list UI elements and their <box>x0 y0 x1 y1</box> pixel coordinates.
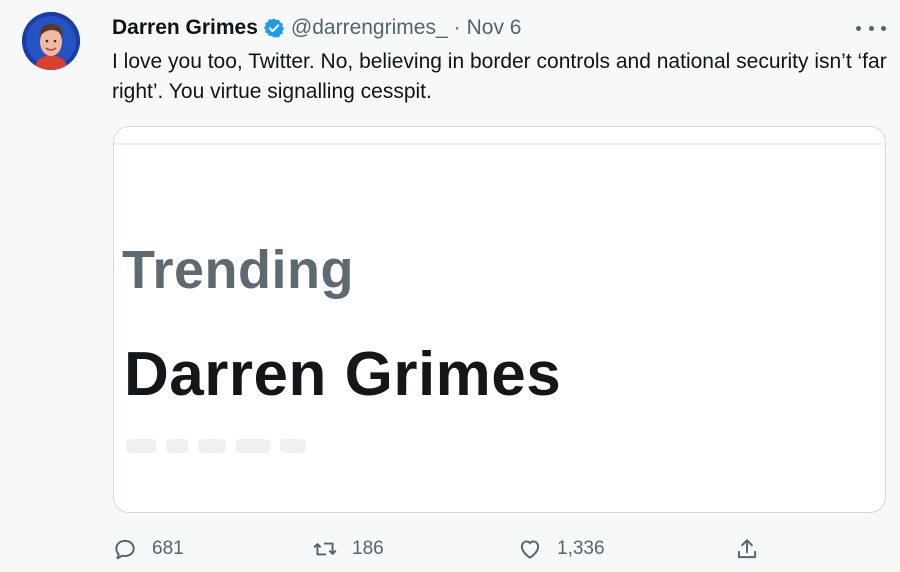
reply-count: 681 <box>152 538 184 559</box>
like-button[interactable]: 1,336 <box>517 534 605 564</box>
share-button[interactable] <box>734 534 774 564</box>
header-separator: · <box>453 16 461 39</box>
like-count: 1,336 <box>557 538 605 559</box>
tweet-actions: 681 186 1,336 <box>112 534 772 564</box>
retweet-button[interactable]: 186 <box>312 534 384 564</box>
tweet-header: Darren Grimes @darrengrimes_ · Nov 6 <box>112 14 521 42</box>
retweet-count: 186 <box>352 538 384 559</box>
card-trending-title: Darren Grimes <box>124 340 562 409</box>
author-handle[interactable]: @darrengrimes_ <box>291 16 448 40</box>
tweet-date[interactable]: Nov 6 <box>467 16 522 40</box>
card-trending-label: Trending <box>122 240 354 300</box>
share-icon <box>737 539 757 559</box>
like-icon <box>520 540 540 559</box>
media-card[interactable]: Trending Darren Grimes <box>113 126 886 513</box>
tweet-text: I love you too, Twitter. No, believing i… <box>112 50 887 103</box>
reply-icon <box>115 539 135 560</box>
card-divider <box>114 143 885 145</box>
verified-badge-icon <box>263 17 285 39</box>
retweet-icon <box>313 542 337 556</box>
author-name[interactable]: Darren Grimes <box>112 16 258 40</box>
more-icon[interactable] <box>856 18 886 38</box>
tweet[interactable]: Darren Grimes @darrengrimes_ · Nov 6 I l… <box>0 0 900 572</box>
reply-button[interactable]: 681 <box>112 534 184 564</box>
card-faded-text <box>126 439 336 453</box>
avatar[interactable] <box>22 12 80 70</box>
